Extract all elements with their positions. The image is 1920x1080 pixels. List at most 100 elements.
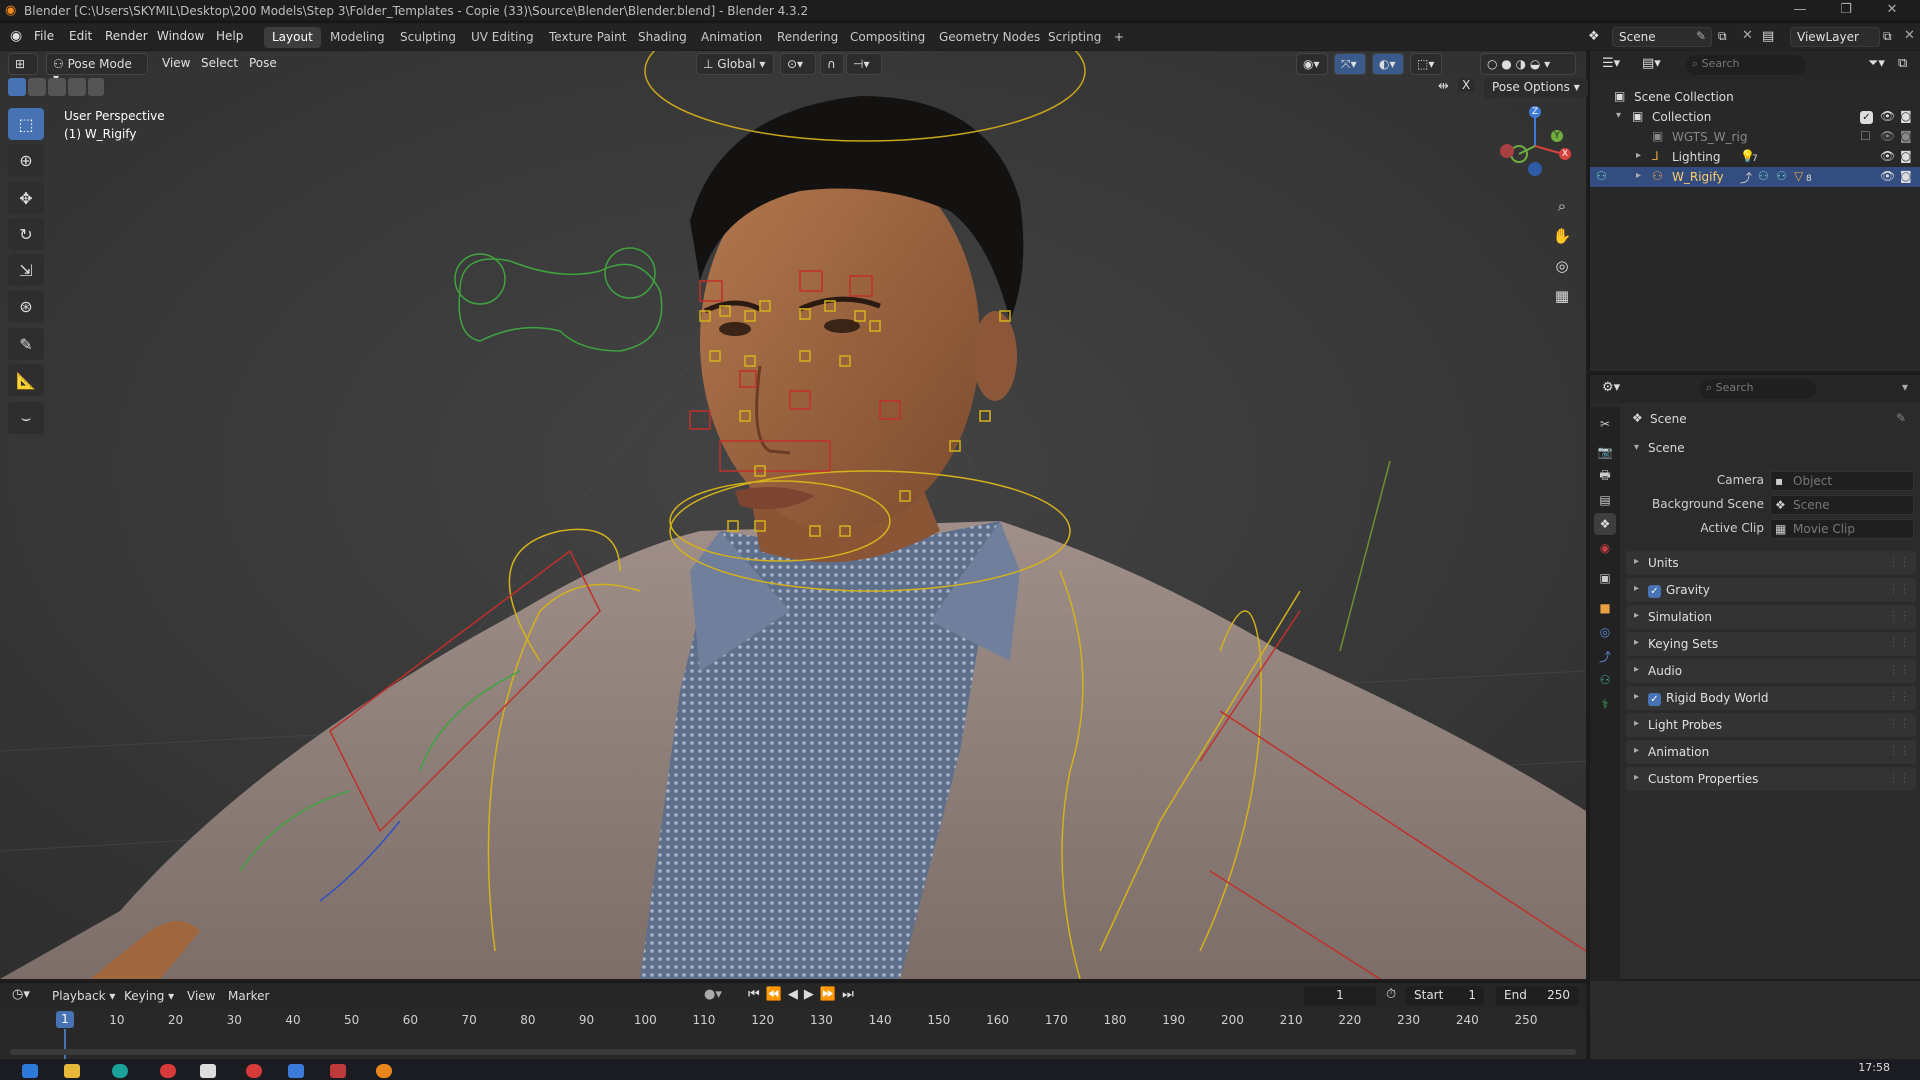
overlays-icon[interactable]: ◐▾ xyxy=(1372,53,1404,75)
drag-handle-icon[interactable]: ⋮⋮ xyxy=(1888,636,1910,649)
camera-icon[interactable]: ◙ xyxy=(1900,149,1912,163)
annotate-tool-icon[interactable]: ✎ xyxy=(8,328,44,360)
move-tool-icon[interactable]: ✥ xyxy=(8,182,44,214)
new-viewlayer-icon[interactable]: ⧉ xyxy=(1883,29,1892,44)
zoom-icon[interactable]: ⌕ xyxy=(1547,192,1577,220)
properties-search-input[interactable]: ⌕ Search xyxy=(1700,379,1816,399)
drag-handle-icon[interactable]: ⋮⋮ xyxy=(1888,663,1910,676)
object-tab-icon[interactable]: ■ xyxy=(1594,597,1616,619)
file-explorer-icon[interactable] xyxy=(64,1064,80,1078)
toggle-perspective-icon[interactable]: ▦ xyxy=(1547,282,1577,310)
tab-scripting[interactable]: Scripting xyxy=(1040,27,1109,48)
panel-animation[interactable]: ▸ Animation ⋮⋮ xyxy=(1626,740,1916,764)
menu-pose[interactable]: Pose xyxy=(249,56,277,70)
drag-handle-icon[interactable]: ⋮⋮ xyxy=(1888,771,1910,784)
snap-target-icon[interactable]: ⊣▾ xyxy=(846,53,882,75)
tab-sculpting[interactable]: Sculpting xyxy=(392,27,464,48)
outliner-row-scene-collection[interactable]: ▣ Scene Collection xyxy=(1590,87,1920,107)
navigation-gizmo[interactable]: Z Y X xyxy=(1495,106,1575,186)
3d-viewport[interactable]: User Perspective (1) W_Rigify Z Y X ⌕ ✋ … xyxy=(0,51,1586,979)
tab-animation[interactable]: Animation xyxy=(693,27,770,48)
app-active-icon[interactable] xyxy=(330,1064,346,1078)
blender-menu-icon[interactable]: ◉ xyxy=(10,28,22,44)
shading-modes[interactable]: ○ ● ◑ ◒ ▾ xyxy=(1480,53,1576,75)
camera-field[interactable]: ▪ Object xyxy=(1770,471,1914,491)
menu-edit[interactable]: Edit xyxy=(69,29,92,43)
timeline-scrollbar[interactable] xyxy=(10,1049,1576,1055)
blender-taskbar-icon[interactable] xyxy=(376,1064,392,1078)
tab-compositing[interactable]: Compositing xyxy=(842,27,933,48)
eye-icon[interactable]: 👁 xyxy=(1880,149,1895,163)
xray-icon[interactable]: ⬚▾ xyxy=(1410,53,1442,75)
drag-handle-icon[interactable]: ⋮⋮ xyxy=(1888,555,1910,568)
camera-icon[interactable]: ◙ xyxy=(1900,109,1912,123)
menu-file[interactable]: File xyxy=(34,29,54,43)
mirror-icon[interactable]: ⇹ xyxy=(1438,79,1449,94)
delete-scene-icon[interactable]: ✕ xyxy=(1742,28,1753,43)
minimize-button[interactable]: — xyxy=(1780,2,1820,17)
bone-tab-icon[interactable]: ⚕ xyxy=(1594,693,1616,715)
camera-icon[interactable]: ◙ xyxy=(1900,129,1912,143)
select-subtract-icon[interactable] xyxy=(48,78,66,96)
panel-light-probes[interactable]: ▸ Light Probes ⋮⋮ xyxy=(1626,713,1916,737)
panel-simulation[interactable]: ▸ Simulation ⋮⋮ xyxy=(1626,605,1916,629)
menu-view[interactable]: View xyxy=(162,56,190,70)
select-intersect-icon[interactable] xyxy=(88,78,104,96)
viewport-scene[interactable] xyxy=(0,51,1586,979)
app-icon[interactable] xyxy=(246,1064,262,1078)
drag-handle-icon[interactable]: ⋮⋮ xyxy=(1888,717,1910,730)
drag-handle-icon[interactable]: ⋮⋮ xyxy=(1888,744,1910,757)
tab-geometry-nodes[interactable]: Geometry Nodes xyxy=(931,27,1048,48)
scene-selector-icon[interactable]: ❖ xyxy=(1588,29,1600,44)
camera-view-icon[interactable]: ◎ xyxy=(1547,252,1577,280)
scale-tool-icon[interactable]: ⇲ xyxy=(8,254,44,286)
start-icon[interactable] xyxy=(22,1064,38,1078)
tab-shading[interactable]: Shading xyxy=(630,27,695,48)
calendar-icon[interactable] xyxy=(288,1064,304,1078)
pose-mode-icon[interactable]: ⚇ xyxy=(1596,169,1607,183)
tab-uv-editing[interactable]: UV Editing xyxy=(463,27,542,48)
select-extend-icon[interactable] xyxy=(28,78,46,96)
gizmo-z-axis[interactable]: Z xyxy=(1529,106,1541,118)
object-data-tab-icon[interactable]: ⚇ xyxy=(1594,669,1616,691)
physics-tab-icon[interactable]: ◎ xyxy=(1594,621,1616,643)
output-tab-icon[interactable]: 🖶 xyxy=(1594,465,1616,487)
eye-icon[interactable]: 👁 xyxy=(1880,109,1895,123)
chevron-right-icon[interactable]: ▸ xyxy=(1636,170,1641,181)
gizmo-toggle-icon[interactable]: ⤧▾ xyxy=(1334,53,1366,75)
background-scene-field[interactable]: ❖ Scene xyxy=(1770,495,1914,515)
mode-selector[interactable]: ⚇ Pose Mode ▾ xyxy=(46,53,148,85)
eye-icon[interactable]: 👁 xyxy=(1880,129,1895,143)
outliner-row-w-rigify[interactable]: ⚇ ▸ ⚇ W_Rigify ⤴ ⚇ ⚇ ▽ 8 👁 ◙ xyxy=(1590,167,1920,187)
close-window-button[interactable]: ✕ xyxy=(1872,2,1912,17)
delete-viewlayer-icon[interactable]: ✕ xyxy=(1904,28,1915,43)
new-scene-icon[interactable]: ⧉ xyxy=(1718,29,1727,44)
panel-custom-properties[interactable]: ▸ Custom Properties ⋮⋮ xyxy=(1626,767,1916,791)
menu-help[interactable]: Help xyxy=(216,29,243,43)
outliner-row-collection[interactable]: ▾ ▣ Collection ✓ 👁 ◙ xyxy=(1590,107,1920,127)
select-mode-buttons[interactable] xyxy=(8,78,104,98)
mail-icon[interactable] xyxy=(200,1064,216,1078)
panel-keying-sets[interactable]: ▸ Keying Sets ⋮⋮ xyxy=(1626,632,1916,656)
chevron-down-icon[interactable]: ▾ xyxy=(1616,110,1621,121)
pose-options-dropdown[interactable]: Pose Options ▾ xyxy=(1484,78,1588,98)
scene-section-header[interactable]: ▾ Scene xyxy=(1626,437,1916,461)
tab-rendering[interactable]: Rendering xyxy=(769,27,846,48)
transform-tool-icon[interactable]: ⊛ xyxy=(8,290,44,322)
menu-window[interactable]: Window xyxy=(157,29,204,43)
tab-layout[interactable]: Layout xyxy=(264,27,321,48)
panel-audio[interactable]: ▸ Audio ⋮⋮ xyxy=(1626,659,1916,683)
chevron-down-icon[interactable]: ▾ xyxy=(1902,380,1908,394)
checkbox-icon[interactable]: ☐ xyxy=(1860,129,1871,143)
drag-handle-icon[interactable]: ⋮⋮ xyxy=(1888,582,1910,595)
outliner-row-wgts[interactable]: ▣ WGTS_W_rig ☐ 👁 ◙ xyxy=(1590,127,1920,147)
gizmo-x-axis[interactable]: X xyxy=(1559,148,1571,160)
frame-ruler[interactable]: 10 20 30 40 50 60 70 80 90 100 110 120 130 140 150 160 1… xyxy=(0,983,1586,1043)
render-tab-icon[interactable]: 📷 xyxy=(1594,441,1616,463)
pan-hand-icon[interactable]: ✋ xyxy=(1547,222,1577,250)
chrome-icon[interactable] xyxy=(160,1064,176,1078)
edge-icon[interactable] xyxy=(112,1064,128,1078)
menu-render[interactable]: Render xyxy=(105,29,148,43)
breakdowner-tool-icon[interactable]: ⌣ xyxy=(8,402,44,434)
tab-texture-paint[interactable]: Texture Paint xyxy=(541,27,634,48)
